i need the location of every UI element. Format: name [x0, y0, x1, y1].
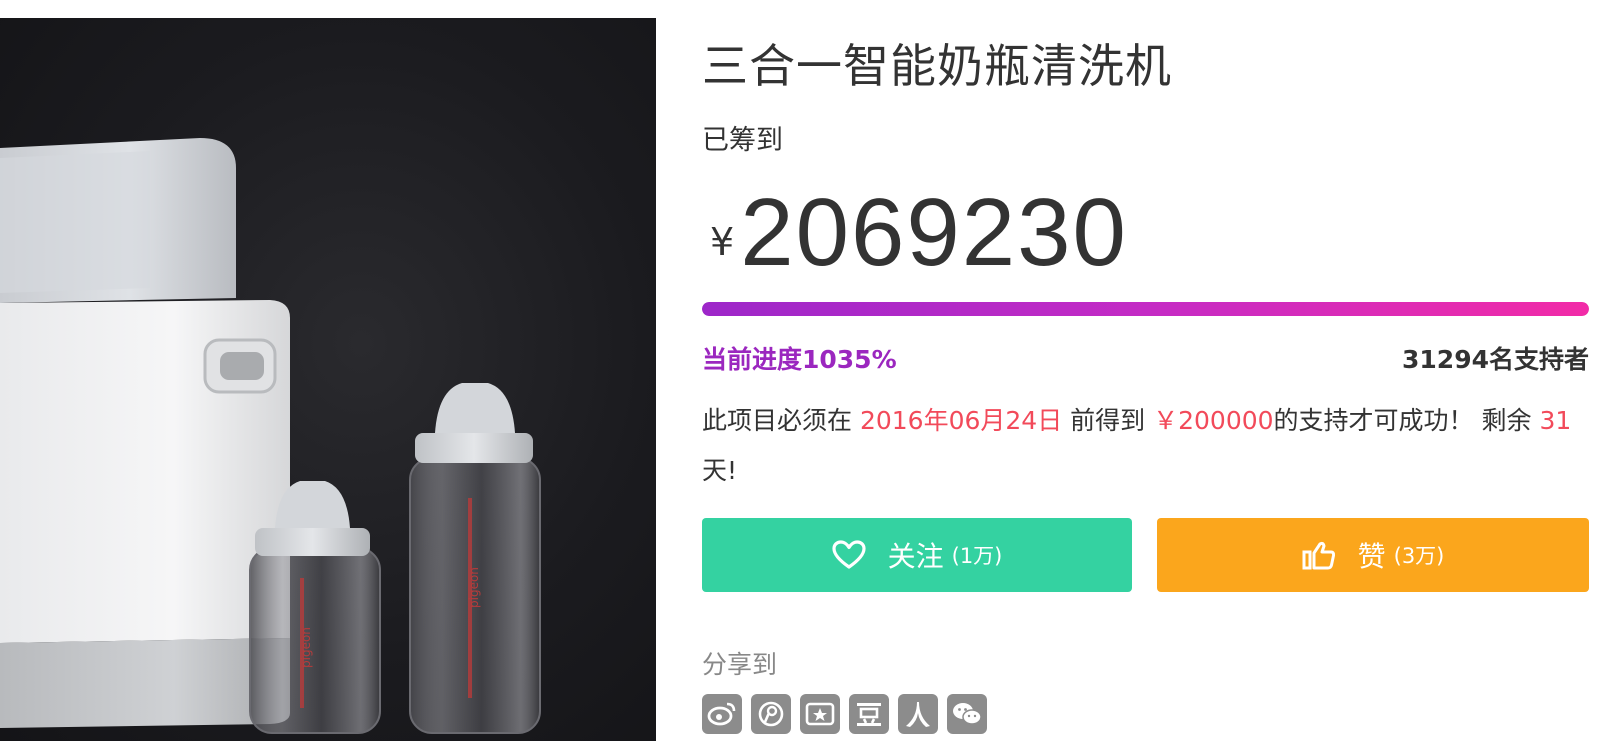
progress-bar-fill	[702, 302, 1589, 316]
deadline-suffix: 的支持才可成功！ 剩余	[1273, 406, 1540, 435]
days-suffix: 天!	[702, 456, 738, 485]
project-info: 三合一智能奶瓶清洗机 已筹到 ¥2069230 当前进度1035% 31294名…	[702, 0, 1589, 741]
douban-icon[interactable]	[849, 694, 889, 734]
like-button[interactable]: 赞 (3万)	[1157, 518, 1589, 592]
follow-count: (1万)	[951, 544, 1003, 568]
renren-icon[interactable]	[898, 694, 938, 734]
deadline-description: 此项目必须在 2016年06月24日 前得到 ￥200000的支持才可成功！ 剩…	[702, 396, 1589, 496]
deadline-prefix: 此项目必须在	[702, 406, 860, 435]
raised-value: 2069230	[740, 179, 1128, 286]
product-image: pigeon pigeon	[0, 18, 656, 741]
progress-label: 当前进度1035%	[702, 345, 897, 374]
share-label: 分享到	[702, 650, 778, 679]
svg-text:pigeon: pigeon	[299, 627, 313, 668]
project-title: 三合一智能奶瓶清洗机	[702, 39, 1172, 93]
supporters-count: 31294名支持者	[1402, 345, 1589, 374]
svg-text:pigeon: pigeon	[467, 567, 481, 608]
share-icons	[702, 694, 987, 734]
currency-symbol: ¥	[710, 220, 735, 264]
heart-icon	[832, 540, 866, 569]
like-label: 赞	[1357, 540, 1386, 573]
qzone-icon[interactable]	[800, 694, 840, 734]
raised-amount: ¥2069230	[710, 178, 1128, 288]
tall-bottle: pigeon	[409, 383, 541, 734]
wechat-icon[interactable]	[947, 694, 987, 734]
tencent-weibo-icon[interactable]	[751, 694, 791, 734]
raised-label: 已筹到	[702, 125, 783, 156]
product-photo: pigeon pigeon	[0, 138, 541, 734]
project-page: pigeon pigeon 三合一智能奶瓶清洗机 已筹到 ¥2069230 当前…	[0, 0, 1619, 741]
deadline-date: 2016年06月24日	[859, 406, 1063, 435]
funding-goal: ￥200000	[1153, 406, 1274, 435]
days-remaining: 31	[1539, 406, 1572, 435]
weibo-icon[interactable]	[702, 694, 742, 734]
thumbs-up-icon	[1302, 541, 1335, 570]
follow-label: 关注	[887, 540, 944, 573]
like-count: (3万)	[1393, 544, 1445, 568]
progress-bar	[702, 302, 1589, 316]
follow-button[interactable]: 关注 (1万)	[702, 518, 1132, 592]
deadline-mid: 前得到	[1062, 406, 1154, 435]
